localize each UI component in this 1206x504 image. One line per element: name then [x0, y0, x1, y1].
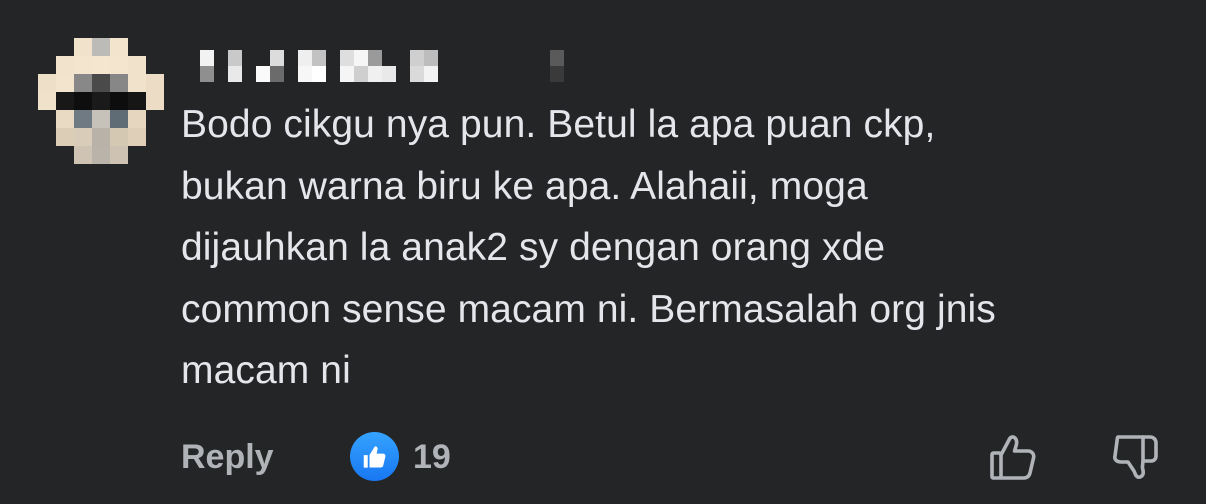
- like-count: 19: [413, 438, 451, 476]
- upvote-button[interactable]: [988, 432, 1038, 482]
- avatar[interactable]: [38, 38, 164, 164]
- like-reaction-badge[interactable]: [350, 432, 399, 481]
- thumbs-up-icon: [363, 445, 385, 468]
- downvote-button[interactable]: [1110, 432, 1160, 482]
- comment-text: Bodo cikgu nya pun. Betul la apa puan ck…: [181, 103, 996, 392]
- thumb-up-outline-icon: [990, 435, 1036, 480]
- comment-actions: Reply 19: [181, 432, 1171, 482]
- comment-author-name[interactable]: [186, 50, 564, 82]
- thumb-down-outline-icon: [1113, 435, 1158, 479]
- reply-button[interactable]: Reply: [181, 438, 274, 477]
